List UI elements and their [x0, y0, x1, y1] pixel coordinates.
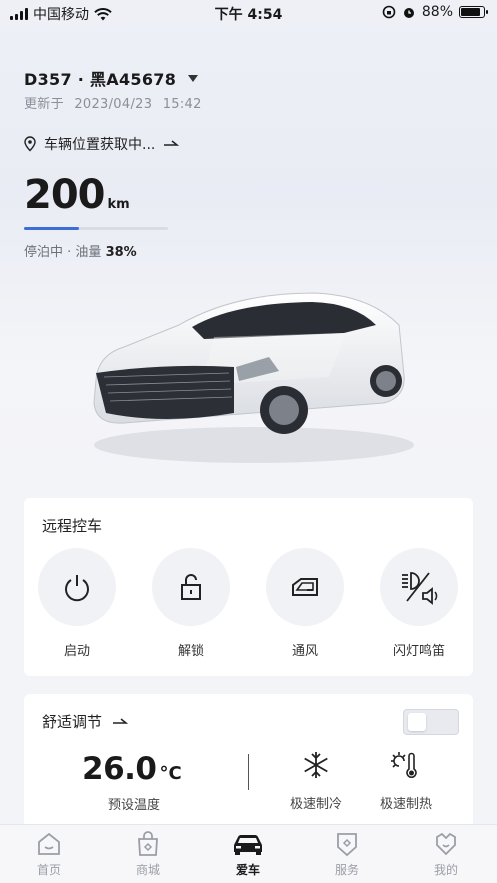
updated-label: 更新于: [24, 97, 64, 112]
preset-temperature[interactable]: 26.0 °C: [82, 751, 182, 787]
alarm-icon: [403, 8, 414, 18]
temperature-unit: °C: [159, 763, 182, 784]
battery-percent: 88%: [421, 4, 453, 20]
tab-profile[interactable]: 我的: [416, 831, 476, 878]
light-horn-icon: [402, 572, 438, 605]
location-text: 车辆位置获取中...: [44, 137, 156, 153]
updated-date: 2023/04/23: [74, 97, 153, 112]
battery-icon: [459, 6, 488, 18]
divider: [248, 754, 249, 790]
shop-icon: [138, 831, 158, 856]
bottom-tab-bar: 首页 商城 爱车 服务 我的: [0, 824, 497, 883]
remote-control-title: 远程控车: [42, 517, 103, 535]
comfort-title-link[interactable]: 舒适调节: [42, 711, 129, 732]
fuel-value: 38%: [105, 245, 137, 260]
tab-service[interactable]: 服务: [317, 831, 377, 878]
home-icon: [38, 832, 60, 855]
ventilate-label: 通风: [291, 644, 318, 659]
temperature-value: 26.0: [82, 751, 157, 787]
range-progress-bar: [24, 227, 168, 230]
status-bar: 中国移动 下午 4:54 88%: [0, 0, 497, 26]
service-icon: [337, 833, 357, 857]
arrow-right-icon: [113, 717, 129, 724]
flash-horn-button[interactable]: 闪灯鸣笛: [380, 548, 458, 659]
start-label: 启动: [63, 644, 90, 659]
tab-home-label: 首页: [36, 863, 61, 877]
update-timestamp: 更新于 2023/04/23 15:42: [24, 93, 208, 112]
range-unit: km: [107, 197, 130, 212]
comfort-card: 舒适调节 26.0 °C 预设温度 极速制冷 极速制热: [24, 694, 473, 824]
dropdown-caret-icon: [188, 74, 199, 82]
fast-cool-label: 极速制冷: [289, 797, 342, 812]
unlock-icon: [181, 574, 201, 600]
heat-thermometer-icon: [391, 752, 417, 778]
fast-cool-button[interactable]: 极速制冷: [286, 750, 346, 812]
comfort-toggle[interactable]: [403, 709, 459, 735]
vehicle-location-link[interactable]: 车辆位置获取中...: [24, 134, 180, 154]
window-icon: [292, 578, 318, 596]
flash-horn-label: 闪灯鸣笛: [392, 644, 445, 659]
unlock-label: 解锁: [177, 644, 204, 659]
tab-profile-label: 我的: [433, 863, 458, 877]
fast-heat-label: 极速制热: [379, 797, 432, 812]
updated-time: 15:42: [162, 97, 202, 112]
tab-shop[interactable]: 商城: [118, 831, 178, 878]
start-button[interactable]: 启动: [38, 548, 116, 659]
parking-status: 停泊中: [24, 245, 64, 260]
arrow-right-icon: [164, 140, 180, 146]
rotation-lock-icon: [382, 5, 396, 19]
tab-car[interactable]: 爱车: [218, 831, 278, 878]
temperature-label: 预设温度: [108, 798, 161, 813]
ventilate-button[interactable]: 通风: [266, 548, 344, 659]
power-icon: [65, 575, 89, 602]
profile-icon: [436, 832, 456, 856]
range-readout: 200 km: [24, 172, 130, 218]
fuel-label: 油量: [75, 245, 102, 260]
unlock-button[interactable]: 解锁: [152, 548, 230, 659]
vehicle-name: D357 · 黑A45678: [24, 70, 177, 89]
vehicle-status-line: 停泊中 · 油量 38%: [24, 245, 137, 260]
fast-heat-button[interactable]: 极速制热: [376, 750, 436, 812]
toggle-knob: [408, 713, 426, 731]
car-icon: [234, 835, 262, 855]
range-value: 200: [24, 172, 105, 218]
tab-car-label: 爱车: [235, 863, 260, 877]
remote-control-card: 远程控车 启动 解锁 通风 闪灯鸣笛: [24, 498, 473, 676]
vehicle-selector[interactable]: D357 · 黑A45678: [24, 66, 199, 90]
tab-service-label: 服务: [334, 863, 359, 877]
comfort-title: 舒适调节: [42, 713, 103, 731]
tab-home[interactable]: 首页: [19, 831, 79, 878]
car-image: [93, 292, 414, 463]
location-pin-icon: [24, 136, 36, 152]
tab-shop-label: 商城: [135, 863, 160, 877]
snowflake-icon: [304, 752, 328, 778]
